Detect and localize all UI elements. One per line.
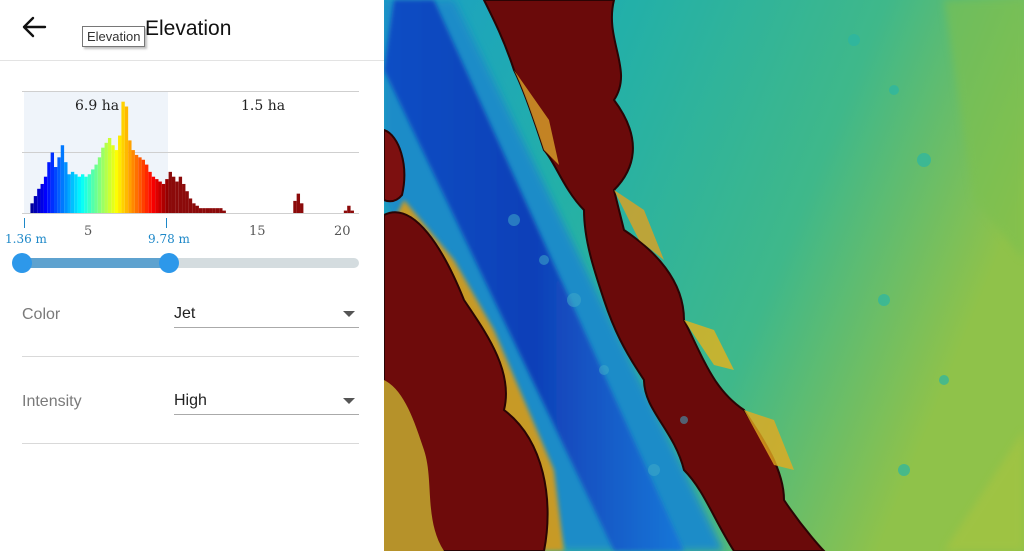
histogram-bar (141, 159, 145, 213)
histogram-bar (118, 135, 122, 213)
histogram-bar (171, 176, 176, 213)
histogram-bar (37, 188, 41, 213)
color-select[interactable]: Jet (174, 300, 359, 328)
histogram-bar (30, 203, 34, 213)
histogram-bar (151, 176, 156, 213)
histogram-bar (121, 101, 125, 213)
elevation-histogram: 6.9 ha 1.5 ha 5 15 20 1.36 m 9.78 m (5, 90, 359, 246)
back-button[interactable] (16, 10, 52, 44)
histogram-bar (165, 179, 169, 213)
page-title: Elevation (145, 17, 232, 40)
histogram-bar (182, 183, 186, 213)
histogram-bar (222, 210, 226, 213)
histogram-bar (198, 208, 203, 213)
axis-tick-label: 15 (249, 224, 266, 239)
range-max-marker (166, 218, 167, 228)
select-underline (174, 327, 359, 328)
intensity-select-value: High (174, 392, 207, 409)
histogram-bar (148, 171, 152, 213)
section-divider (22, 443, 359, 444)
histogram-bar (111, 145, 115, 213)
histogram-bar (195, 205, 199, 213)
slider-selected-fill (22, 258, 170, 268)
histogram-bar (188, 198, 193, 213)
intensity-select[interactable]: High (174, 387, 359, 415)
histogram-bar (205, 208, 210, 213)
histogram-bar (64, 162, 68, 213)
elevation-panel: Elevation Elevation 6.9 ha 1.5 ha 5 15 2… (0, 0, 384, 551)
histogram-bar (47, 162, 51, 213)
histogram-bar (293, 200, 297, 213)
histogram-bar (202, 208, 206, 213)
histogram-bar (67, 174, 71, 213)
intensity-label: Intensity (22, 393, 82, 410)
histogram-bar (74, 174, 78, 213)
histogram-bars (30, 101, 354, 213)
histogram-bar (209, 208, 213, 213)
histogram-bar (54, 167, 58, 213)
histogram-bar (40, 183, 44, 213)
histogram-bar (128, 140, 132, 213)
histogram-bar (87, 174, 92, 213)
range-min-label: 1.36 m (5, 232, 47, 246)
histogram-bar (57, 157, 61, 213)
histogram-bar (50, 152, 55, 213)
histogram-bar (350, 210, 354, 213)
title-tooltip: Elevation (82, 26, 146, 47)
histogram-bar (94, 164, 98, 213)
histogram-bar (101, 147, 105, 213)
section-divider (22, 356, 359, 357)
histogram-bar (70, 171, 75, 213)
histogram-bar (155, 179, 159, 213)
arrow-left-icon (22, 16, 47, 38)
dropdown-arrow-icon (343, 398, 355, 404)
histogram-bar (178, 176, 183, 213)
histogram-bar (296, 193, 301, 213)
histogram-bar (77, 176, 81, 213)
elevation-map-image (384, 0, 1024, 551)
histogram-bar (80, 174, 85, 213)
histogram-bar (300, 203, 304, 213)
elevation-map[interactable] (384, 0, 1024, 551)
slider-max-handle[interactable] (159, 253, 180, 273)
axis-tick-label: 20 (334, 224, 351, 239)
panel-header: Elevation Elevation (0, 0, 384, 61)
histogram-bar (114, 150, 119, 213)
axis-tick-label: 5 (84, 224, 93, 239)
histogram-bar (131, 150, 135, 213)
histogram-bar (212, 208, 216, 213)
color-label: Color (22, 306, 61, 323)
histogram-bar (43, 176, 48, 213)
histogram-bar (91, 169, 95, 213)
histogram-bar (185, 191, 189, 213)
histogram-bar (104, 142, 108, 213)
histogram-bar (347, 205, 351, 213)
histogram-bar (175, 181, 179, 213)
dropdown-arrow-icon (343, 311, 355, 317)
histogram-bar (124, 106, 129, 213)
histogram-bar (33, 196, 38, 213)
histogram-bar (107, 137, 112, 213)
histogram-bar (219, 208, 223, 213)
histogram-bar (215, 208, 220, 213)
histogram-bar (84, 176, 88, 213)
slider-min-handle[interactable] (12, 253, 32, 273)
histogram-bar (134, 154, 139, 213)
histogram-bar (168, 171, 172, 213)
color-select-value: Jet (174, 305, 196, 322)
histogram-bar (138, 157, 142, 213)
histogram-bar (97, 157, 102, 213)
histogram-bar (192, 203, 196, 213)
histogram-bar (60, 145, 65, 213)
select-underline (174, 414, 359, 415)
histogram-bar (343, 210, 348, 213)
range-max-label: 9.78 m (148, 232, 190, 246)
elevation-range-slider[interactable] (12, 253, 359, 273)
histogram-bar (161, 183, 166, 213)
histogram-bar (158, 181, 162, 213)
range-min-marker (24, 218, 25, 228)
histogram-bar (145, 164, 149, 213)
